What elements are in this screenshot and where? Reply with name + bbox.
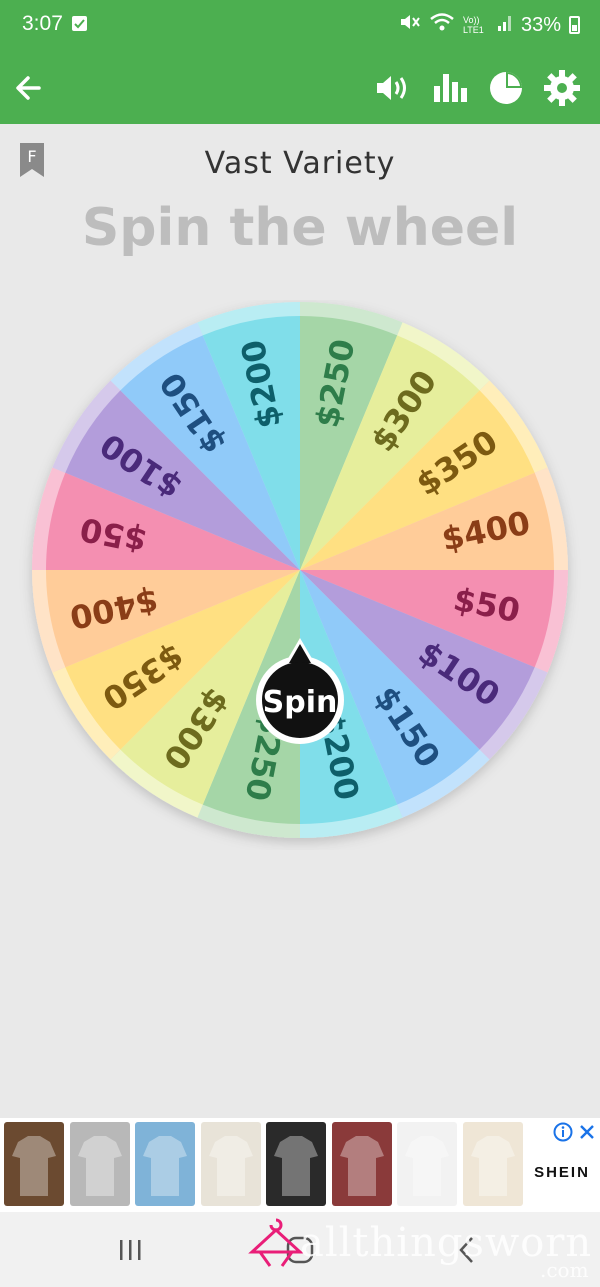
pie-chart-icon[interactable] [484,66,528,110]
spin-heading: Spin the wheel [81,198,519,258]
wheel-name: Vast Variety [204,146,396,181]
back-arrow-icon[interactable] [8,66,52,110]
volume-icon[interactable] [370,66,414,110]
status-indicators: Vo)) LTE1 33% [399,12,580,38]
ad-item-graphic-tshirt[interactable] [4,1122,64,1206]
ad-item-black-set[interactable] [266,1122,326,1206]
watermark-hanger-logo [246,1216,306,1272]
ad-item-white-tshirt[interactable] [397,1122,457,1206]
wifi-icon [429,12,455,38]
main-content: F Vast Variety Spin the wheel $250 $300 $3… [0,124,600,1118]
ad-item-polo-shirts[interactable] [331,1122,392,1206]
check-icon [72,16,87,31]
ad-item-white-cardigan[interactable] [200,1122,261,1206]
status-time: 3:07 [22,12,63,35]
app-bar [0,52,600,124]
ad-info-icon[interactable] [553,1122,573,1142]
ad-item-jeans[interactable] [69,1122,130,1206]
signal-icon [497,12,513,38]
recents-icon[interactable] [110,1234,150,1266]
ad-item-blue-jacket[interactable] [135,1122,195,1206]
battery-icon [569,16,580,34]
ad-item-print-tshirt[interactable] [462,1122,523,1206]
gear-icon[interactable] [540,66,584,110]
watermark-suffix: .com [540,1258,589,1282]
ad-brand[interactable]: SHEIN [528,1164,596,1181]
spin-wheel[interactable]: $250 $300$350$400$50$100$150$200$250$300$… [0,300,600,850]
volte-label: Vo)) LTE1 [462,15,484,35]
mute-icon [399,12,421,38]
spin-label: Spin [263,685,338,720]
navigation-bar: allthingsworn .com [0,1212,600,1287]
status-bar: 3:07 Vo)) LTE1 33% [0,0,600,52]
ad-banner[interactable]: SHEIN [0,1118,600,1212]
battery-percent: 33% [520,13,561,36]
bar-chart-icon[interactable] [428,66,472,110]
ad-close-icon[interactable] [577,1122,597,1142]
